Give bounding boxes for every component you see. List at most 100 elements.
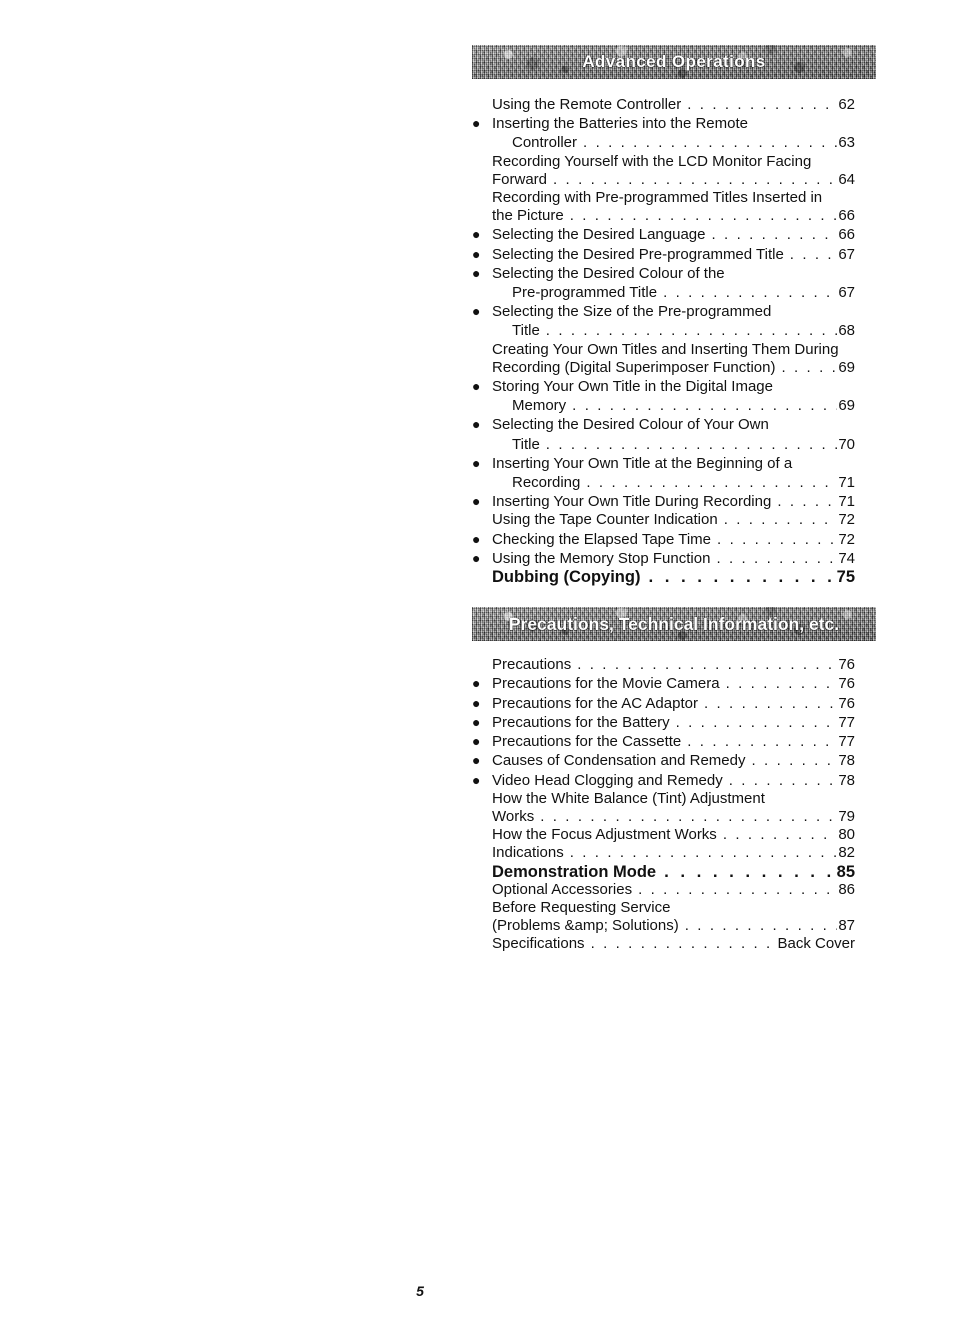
toc-entry[interactable]: Before Requesting Service (Problems &amp;… bbox=[472, 899, 876, 935]
toc-entry-label: (Problems &amp; Solutions) bbox=[492, 917, 679, 935]
toc-page-number: 76 bbox=[838, 656, 855, 674]
toc-section-precautions: Precautions, Technical Information, etc.… bbox=[472, 607, 876, 953]
toc-entry-line: Precautions 76 bbox=[472, 656, 855, 674]
dot-leader bbox=[687, 96, 837, 114]
toc-entry-label: Selecting the Desired Language bbox=[492, 226, 706, 244]
toc-entry[interactable]: ● Precautions for the Movie Camera 76 bbox=[472, 674, 876, 693]
toc-entry[interactable]: ● Inserting Your Own Title at the Beginni… bbox=[472, 454, 876, 492]
dot-leader bbox=[752, 752, 838, 770]
toc-entry-label: Title bbox=[512, 322, 540, 340]
toc-entry-line: ●Memory69 bbox=[472, 396, 855, 415]
toc-entry[interactable]: ● Selecting the Desired Colour of Your Ow… bbox=[472, 415, 876, 453]
toc-entry[interactable]: Precautions 76 bbox=[472, 656, 876, 674]
toc-entry-line: Creating Your Own Titles and Inserting T… bbox=[472, 341, 855, 359]
dot-leader bbox=[540, 808, 837, 826]
toc-entry[interactable]: Demonstration Mode 85 bbox=[472, 863, 876, 881]
section-banner-title: Advanced Operations bbox=[582, 52, 766, 71]
toc-entry[interactable]: ● Checking the Elapsed Tape Time 72 bbox=[472, 530, 876, 549]
toc-entry-label: Precautions for the AC Adaptor bbox=[492, 694, 698, 712]
dot-leader bbox=[586, 474, 837, 492]
toc-entry-label: Selecting the Desired Colour of Your Own bbox=[492, 416, 769, 434]
toc-page-number: 68 bbox=[838, 322, 855, 340]
toc-page-number: 66 bbox=[838, 207, 855, 225]
toc-entry-line: Optional Accessories 86 bbox=[472, 881, 855, 899]
toc-entry-label: Recording with Pre-programmed Titles Ins… bbox=[492, 189, 823, 207]
dot-leader bbox=[638, 881, 837, 899]
toc-entry-line: ● Selecting the Desired Colour of the bbox=[472, 264, 855, 283]
toc-list-advanced-operations: Using the Remote Controller 62 ● Inserting … bbox=[472, 96, 876, 586]
toc-entry[interactable]: Recording Yourself with the LCD Monitor … bbox=[472, 153, 876, 189]
toc-entry[interactable]: Using the Tape Counter Indication 72 bbox=[472, 511, 876, 529]
toc-entry-label: Works bbox=[492, 807, 535, 825]
toc-entry-label: Forward bbox=[492, 170, 548, 188]
toc-page-number: 70 bbox=[838, 435, 855, 453]
dot-leader bbox=[685, 917, 838, 935]
toc-entry-label: Inserting the Batteries into the Remote bbox=[492, 115, 748, 133]
toc-entry[interactable]: ● Selecting the Desired Pre-programmed Ti… bbox=[472, 245, 876, 264]
toc-entry[interactable]: ● Precautions for the Cassette 77 bbox=[472, 732, 876, 751]
toc-entry-line: Forward 64 bbox=[472, 171, 855, 189]
toc-entry-label: Recording Yourself with the LCD Monitor … bbox=[492, 152, 812, 170]
toc-entry-line: ●Controller63 bbox=[472, 133, 855, 152]
toc-page-number: 78 bbox=[838, 752, 855, 770]
toc-entry-line: the Picture 66 bbox=[472, 207, 855, 225]
toc-entry-line: ● Checking the Elapsed Tape Time 72 bbox=[472, 530, 855, 549]
dot-leader bbox=[723, 826, 838, 844]
toc-entry-label: Pre-programmed Title bbox=[512, 284, 658, 302]
toc-entry[interactable]: ● Causes of Condensation and Remedy 78 bbox=[472, 751, 876, 770]
bullet-icon: ● bbox=[472, 226, 481, 243]
toc-entry[interactable]: ● Selecting the Size of the Pre-programme… bbox=[472, 302, 876, 340]
dot-leader bbox=[726, 675, 838, 693]
toc-entry-line: Demonstration Mode 85 bbox=[472, 863, 855, 881]
toc-entry[interactable]: ● Using the Memory Stop Function 74 bbox=[472, 549, 876, 568]
toc-entry[interactable]: Optional Accessories 86 bbox=[472, 881, 876, 899]
dot-leader bbox=[729, 772, 838, 790]
toc-entry-label: Optional Accessories bbox=[492, 880, 633, 898]
toc-entry-line: ● Inserting Your Own Title During Recordi… bbox=[472, 492, 855, 511]
toc-entry-line: Works 79 bbox=[472, 808, 855, 826]
toc-page-number: 76 bbox=[838, 675, 855, 693]
scanned-page: Advanced Operations Using the Remote Con… bbox=[0, 0, 954, 1332]
toc-entry[interactable]: Using the Remote Controller 62 bbox=[472, 96, 876, 114]
bullet-icon: ● bbox=[472, 303, 481, 320]
toc-page-number: 64 bbox=[838, 170, 855, 188]
toc-entry[interactable]: Specifications Back Cover bbox=[472, 935, 876, 953]
toc-entry-label: Video Head Clogging and Remedy bbox=[492, 771, 723, 789]
toc-entry-label: Dubbing (Copying) bbox=[492, 568, 641, 587]
toc-entry-line: ●Pre-programmed Title67 bbox=[472, 283, 855, 302]
toc-entry[interactable]: Creating Your Own Titles and Inserting T… bbox=[472, 341, 876, 377]
dot-leader bbox=[577, 656, 837, 674]
toc-page-number: 85 bbox=[836, 862, 855, 881]
toc-entry[interactable]: ● Video Head Clogging and Remedy 78 bbox=[472, 771, 876, 790]
bullet-icon: ● bbox=[472, 771, 481, 788]
toc-entry-line: How the Focus Adjustment Works 80 bbox=[472, 826, 855, 844]
toc-entry[interactable]: ● Precautions for the AC Adaptor 76 bbox=[472, 694, 876, 713]
toc-entry[interactable]: ● Inserting Your Own Title During Recordi… bbox=[472, 492, 876, 511]
toc-entry-line: ● Causes of Condensation and Remedy 78 bbox=[472, 751, 855, 770]
toc-entry[interactable]: ● Selecting the Desired Language 66 bbox=[472, 225, 876, 244]
bullet-icon: ● bbox=[472, 378, 481, 395]
toc-entry-label: Before Requesting Service bbox=[492, 898, 671, 916]
toc-page-number: 87 bbox=[838, 917, 855, 935]
toc-entry[interactable]: ● Storing Your Own Title in the Digital I… bbox=[472, 377, 876, 415]
toc-entry[interactable]: Dubbing (Copying) 75 bbox=[472, 568, 876, 586]
toc-entry[interactable]: How the Focus Adjustment Works 80 bbox=[472, 826, 876, 844]
toc-page-number: 69 bbox=[838, 358, 855, 376]
toc-page-number: 78 bbox=[838, 771, 855, 789]
toc-entry[interactable]: ● Inserting the Batteries into the Remote… bbox=[472, 114, 876, 152]
toc-entry-line: ● Storing Your Own Title in the Digital I… bbox=[472, 377, 855, 396]
toc-entry-label: How the Focus Adjustment Works bbox=[492, 826, 717, 844]
toc-entry[interactable]: How the White Balance (Tint) Adjustment W… bbox=[472, 790, 876, 826]
toc-page-number: 71 bbox=[838, 493, 855, 511]
toc-entry-line: ●Recording71 bbox=[472, 473, 855, 492]
dot-leader bbox=[704, 695, 837, 713]
toc-entry[interactable]: Recording with Pre-programmed Titles Ins… bbox=[472, 189, 876, 225]
toc-entry[interactable]: Indications 82 bbox=[472, 844, 876, 862]
dot-leader bbox=[546, 322, 838, 340]
toc-entry-line: ● Precautions for the Battery 77 bbox=[472, 713, 855, 732]
bullet-icon: ● bbox=[472, 530, 481, 547]
toc-entry[interactable]: ● Selecting the Desired Colour of the● Pre… bbox=[472, 264, 876, 302]
toc-page-number: 74 bbox=[838, 549, 855, 567]
bullet-icon: ● bbox=[472, 416, 481, 433]
toc-entry[interactable]: ● Precautions for the Battery 77 bbox=[472, 713, 876, 732]
